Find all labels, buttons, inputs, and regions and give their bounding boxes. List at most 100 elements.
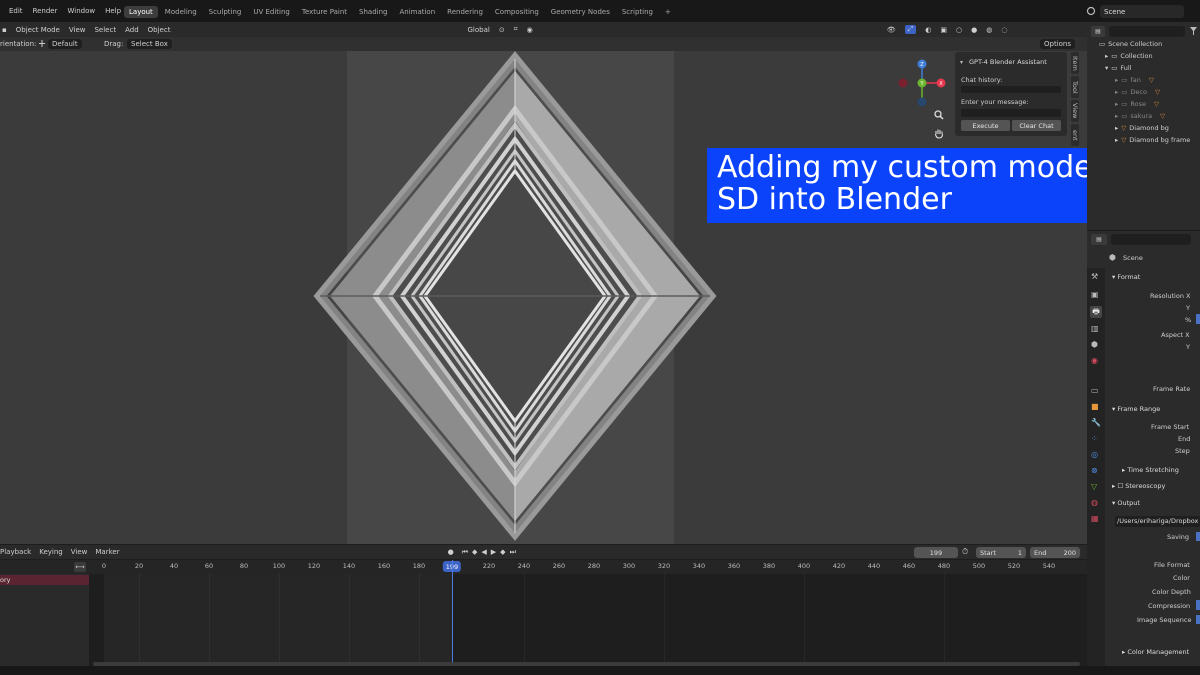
world-tab-icon[interactable]: ◉ — [1091, 356, 1098, 365]
gizmo-icon[interactable]: ⤢ — [904, 25, 917, 34]
menu-timeline-view[interactable]: View — [71, 548, 88, 556]
tab-rendering[interactable]: Rendering — [442, 6, 488, 18]
playhead-line[interactable] — [452, 560, 453, 662]
format-section[interactable]: ▾ Format — [1112, 273, 1140, 281]
mode-dropdown[interactable]: Object Mode — [16, 26, 60, 34]
zoom-icon[interactable] — [933, 109, 945, 121]
tab-compositing[interactable]: Compositing — [490, 6, 544, 18]
frame-range-section[interactable]: ▾ Frame Range — [1112, 405, 1160, 413]
tab-scripting[interactable]: Scripting — [617, 6, 658, 18]
material-tab-icon[interactable]: ◍ — [1091, 498, 1098, 507]
physics-tab-icon[interactable]: ◎ — [1091, 450, 1098, 459]
data-tab-icon[interactable]: ▽ — [1091, 482, 1097, 491]
stopwatch-icon[interactable]: ⏱ — [962, 547, 968, 557]
pan-hand-icon[interactable] — [933, 127, 945, 139]
collapse-icon[interactable]: ▾ — [1105, 64, 1108, 72]
menu-edit[interactable]: Edit — [9, 7, 23, 15]
current-frame-field[interactable]: 199 — [914, 547, 958, 558]
output-path-field[interactable]: /Users/erihariga/Dropbox — [1115, 516, 1200, 527]
next-keyframe-icon[interactable]: ◆ — [500, 548, 505, 556]
execute-button[interactable]: Execute — [961, 120, 1010, 131]
outliner-row[interactable]: ▸ ▽ Diamond bg frame — [1087, 134, 1200, 146]
tab-assistant[interactable]: ent — [1071, 124, 1079, 146]
shading-solid-icon[interactable]: ● — [971, 26, 977, 34]
drag-dropdown[interactable]: Select Box — [127, 39, 172, 49]
saving-checkbox[interactable] — [1196, 532, 1200, 541]
start-frame-field[interactable]: Start 1 — [976, 547, 1026, 558]
transform-orientation-dropdown[interactable]: Global — [467, 26, 489, 34]
tab-uv-editing[interactable]: UV Editing — [248, 6, 295, 18]
expand-icon[interactable]: ▸ — [1115, 88, 1118, 96]
expand-icon[interactable]: ▸ — [1115, 76, 1118, 84]
proportional-edit-icon[interactable]: ◉ — [527, 26, 533, 34]
display-mode-icon[interactable]: ▤ — [1091, 26, 1105, 37]
render-tab-icon[interactable]: ▣ — [1091, 290, 1099, 299]
resolution-percent-slider[interactable] — [1196, 314, 1200, 324]
orientation-dropdown[interactable]: Default — [48, 39, 82, 49]
image-sequence-checkbox[interactable] — [1196, 615, 1200, 624]
checkbox-icon[interactable]: ▪ — [2, 26, 7, 34]
visibility-icon[interactable]: 👁 — [887, 26, 896, 34]
tab-geometry-nodes[interactable]: Geometry Nodes — [546, 6, 615, 18]
end-frame-field[interactable]: End 200 — [1030, 547, 1080, 558]
expand-icon[interactable]: ▸ — [1115, 100, 1118, 108]
summary-channel[interactable]: ory — [0, 575, 89, 585]
3d-viewport[interactable]: Z X Y — [0, 51, 1087, 544]
compression-slider[interactable] — [1196, 600, 1200, 610]
menu-keying[interactable]: Keying — [39, 548, 63, 556]
menu-select[interactable]: Select — [94, 26, 116, 34]
particles-tab-icon[interactable]: ⁘ — [1091, 434, 1098, 443]
outliner-row[interactable]: ▸ ▭ fan ▽ — [1087, 74, 1200, 86]
menu-window[interactable]: Window — [67, 7, 95, 15]
add-workspace-button[interactable]: + — [660, 6, 676, 18]
menu-view[interactable]: View — [69, 26, 86, 34]
jump-start-icon[interactable]: ⏮ — [462, 548, 468, 557]
texture-tab-icon[interactable]: ▦ — [1091, 514, 1099, 523]
record-icon[interactable]: ● — [448, 548, 454, 556]
timeline-ruler[interactable]: ⟷ 0 20 40 60 80 100 120 140 160 180 199 … — [0, 560, 1087, 574]
collection-tab-icon[interactable]: ▭ — [1091, 386, 1099, 395]
tab-layout[interactable]: Layout — [124, 5, 158, 18]
scene-tab-icon[interactable]: ⬢ — [1091, 340, 1098, 349]
expand-icon[interactable]: ▸ — [1115, 136, 1118, 144]
tab-shading[interactable]: Shading — [354, 6, 392, 18]
prev-keyframe-icon[interactable]: ◆ — [472, 548, 477, 556]
options-dropdown[interactable]: Options — [1040, 39, 1076, 49]
shading-material-icon[interactable]: ◍ — [986, 26, 992, 34]
color-management-section[interactable]: ▸ Color Management — [1122, 648, 1189, 656]
object-tab-icon[interactable]: ■ — [1091, 402, 1099, 411]
view-layer-tab-icon[interactable]: ▥ — [1091, 324, 1099, 333]
outliner-row[interactable]: ▸ ▭ sakura ▽ — [1087, 110, 1200, 122]
shading-wire-icon[interactable]: ○ — [956, 26, 962, 34]
outliner-row[interactable]: ▸ ▭ Deco ▽ — [1087, 86, 1200, 98]
play-icon[interactable]: ▶ — [491, 548, 496, 556]
menu-marker[interactable]: Marker — [95, 548, 119, 556]
tab-view[interactable]: View — [1071, 100, 1079, 122]
tab-modeling[interactable]: Modeling — [160, 6, 202, 18]
properties-search-input[interactable] — [1111, 234, 1191, 245]
menu-help[interactable]: Help — [105, 7, 121, 15]
outliner-row[interactable]: ▸ ▭ Collection — [1087, 50, 1200, 62]
tab-animation[interactable]: Animation — [394, 6, 440, 18]
outliner-row[interactable]: ▸ ▭ Rose ▽ — [1087, 98, 1200, 110]
scene-selector[interactable]: Scene — [1100, 5, 1184, 18]
outliner-row[interactable]: ▸ ▽ Diamond bg — [1087, 122, 1200, 134]
pivot-icon[interactable]: ⊙ — [499, 26, 505, 34]
output-section[interactable]: ▾ Output — [1112, 499, 1140, 507]
outliner-search-input[interactable] — [1109, 26, 1185, 37]
output-tab-icon[interactable]: 🖶 — [1090, 306, 1102, 318]
editor-type-icon[interactable]: ▤ — [1091, 234, 1107, 245]
snap-icon[interactable]: ⌗ — [514, 25, 518, 34]
menu-playback[interactable]: Playback — [0, 548, 31, 556]
expand-icon[interactable]: ▸ — [1105, 52, 1108, 60]
modifier-tab-icon[interactable]: 🔧 — [1091, 418, 1101, 427]
overlay-icon[interactable]: ◐ — [925, 26, 931, 34]
expand-icon[interactable]: ▸ — [1115, 112, 1118, 120]
filter-icon[interactable] — [1189, 26, 1198, 36]
stereoscopy-section[interactable]: ▸ ☐ Stereoscopy — [1112, 482, 1165, 490]
xray-icon[interactable]: ▣ — [940, 26, 947, 34]
collapse-icon[interactable]: ▾ — [960, 59, 963, 66]
menu-add[interactable]: Add — [125, 26, 139, 34]
sync-arrows-icon[interactable]: ⟷ — [74, 562, 86, 572]
jump-end-icon[interactable]: ⏭ — [510, 548, 516, 557]
